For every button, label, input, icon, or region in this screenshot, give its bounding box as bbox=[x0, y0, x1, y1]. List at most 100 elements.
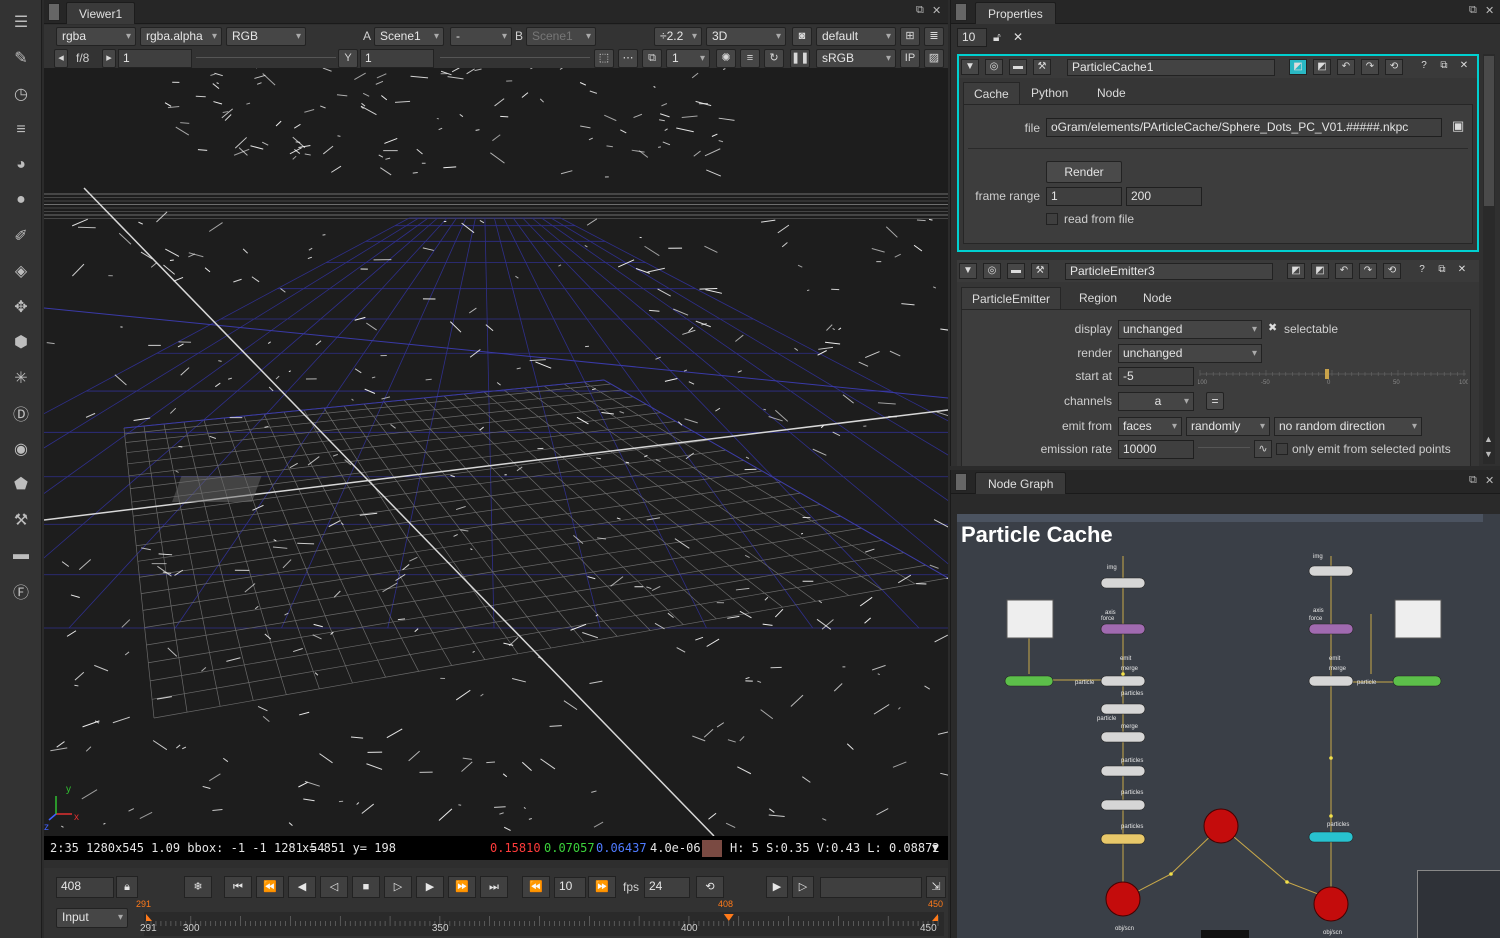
float-icon[interactable]: ⧉ bbox=[1433, 263, 1451, 279]
channels-dropdown[interactable]: a bbox=[1118, 392, 1194, 411]
file-path-field[interactable]: oGram/elements/PArticleCache/Sphere_Dots… bbox=[1046, 118, 1442, 137]
node-name-field[interactable]: ParticleEmitter3 bbox=[1065, 263, 1273, 280]
undo-icon[interactable]: ↶ bbox=[1337, 59, 1355, 75]
step-forward-increment-icon[interactable]: ⏩ bbox=[588, 876, 616, 898]
help-icon[interactable]: ? bbox=[1415, 59, 1433, 75]
timeline-search-field[interactable] bbox=[820, 877, 922, 898]
help-icon[interactable]: ? bbox=[1413, 263, 1431, 279]
centre-node-icon[interactable]: ▬ bbox=[1009, 59, 1027, 75]
proxy-dropdown[interactable]: 1 bbox=[666, 49, 710, 68]
gamma-label[interactable]: Y bbox=[338, 49, 358, 68]
tile-color-icon[interactable]: ◩ bbox=[1311, 263, 1329, 279]
close-all-panels-icon[interactable]: ✕ bbox=[1013, 30, 1023, 44]
play-forward-icon[interactable]: ▷ bbox=[384, 876, 412, 898]
max-panels-field[interactable]: 10 bbox=[957, 28, 987, 47]
prev-keyframe-icon[interactable]: ⏪ bbox=[256, 876, 284, 898]
tab-node[interactable]: Node bbox=[1087, 82, 1136, 104]
tab-node[interactable]: Node bbox=[1133, 287, 1182, 309]
wipe-icon[interactable]: ▨ bbox=[924, 49, 944, 68]
start-at-slider[interactable]: -100 -50 0 50 100 bbox=[1198, 366, 1468, 386]
other-tool-icon[interactable]: ▬ bbox=[9, 543, 33, 567]
gain-slider[interactable] bbox=[196, 57, 336, 58]
scrollbar-thumb[interactable] bbox=[1484, 56, 1494, 206]
tab-python[interactable]: Python bbox=[1021, 82, 1078, 104]
viewer-node-icon[interactable]: ◎ bbox=[983, 263, 1001, 279]
transform-tool-icon[interactable]: ✥ bbox=[9, 295, 33, 319]
navigator-minimap[interactable] bbox=[1417, 870, 1500, 938]
channels-equals-button[interactable]: = bbox=[1206, 392, 1224, 410]
file-browse-icon[interactable]: ▣ bbox=[1452, 118, 1464, 134]
channel-tool-icon[interactable]: ≡ bbox=[9, 118, 33, 142]
node-graph-canvas[interactable]: Particle Cache img axis force emit merge part… bbox=[957, 514, 1500, 938]
node-name-field[interactable]: ParticleCache1 bbox=[1067, 59, 1275, 76]
node-color-icon[interactable]: ◩ bbox=[1289, 59, 1307, 75]
safe-area-icon[interactable]: ⋯ bbox=[618, 49, 638, 68]
gamma-field[interactable]: 1 bbox=[360, 49, 434, 68]
direction-dropdown[interactable]: no random direction bbox=[1274, 417, 1422, 436]
tab-properties[interactable]: Properties bbox=[975, 2, 1056, 24]
close-icon[interactable]: ✕ bbox=[1455, 59, 1473, 75]
views-tool-icon[interactable]: ◉ bbox=[9, 437, 33, 461]
selectable-checkbox[interactable]: ✖ bbox=[1268, 321, 1277, 334]
snowflake-icon[interactable]: ❄ bbox=[184, 876, 212, 898]
display-channel-dropdown[interactable]: RGB bbox=[226, 27, 306, 46]
frame-increment-field[interactable]: 10 bbox=[554, 877, 586, 898]
only-selected-checkbox[interactable] bbox=[1276, 443, 1288, 455]
play-backward-icon[interactable]: ◁ bbox=[320, 876, 348, 898]
wrench-icon[interactable]: ⚒ bbox=[1031, 263, 1049, 279]
timeline-menu-icon[interactable]: ⇲ bbox=[926, 876, 946, 898]
loop-icon[interactable]: ⟲ bbox=[696, 876, 724, 898]
scroll-down-icon[interactable]: ▼ bbox=[1484, 449, 1493, 459]
last-frame-icon[interactable]: ⏭ bbox=[480, 876, 508, 898]
gain-field[interactable]: 1 bbox=[118, 49, 192, 68]
furnace-tool-icon[interactable]: Ⓕ bbox=[9, 579, 33, 603]
deep-tool-icon[interactable]: Ⓓ bbox=[9, 401, 33, 425]
input-a-dropdown[interactable]: Scene1 bbox=[374, 27, 444, 46]
wrench-icon[interactable]: ⚒ bbox=[1033, 59, 1051, 75]
float-window-icon[interactable]: ⧉ bbox=[1469, 474, 1477, 487]
float-icon[interactable]: ⧉ bbox=[1435, 59, 1453, 75]
redo-icon[interactable]: ↷ bbox=[1359, 263, 1377, 279]
view-mode-dropdown[interactable]: 3D bbox=[706, 27, 786, 46]
3d-tool-icon[interactable]: ⬢ bbox=[9, 330, 33, 354]
merge-tool-icon[interactable]: ◈ bbox=[9, 259, 33, 283]
panel-handle[interactable] bbox=[48, 3, 60, 21]
gain-dropdown[interactable]: ÷2.2 bbox=[654, 27, 702, 46]
pause-icon[interactable]: ❚❚ bbox=[790, 49, 810, 68]
ip-button[interactable]: IP bbox=[900, 49, 920, 68]
gamma-slider[interactable] bbox=[440, 57, 590, 58]
keyer-tool-icon[interactable]: ✐ bbox=[9, 224, 33, 248]
prev-frame-icon[interactable]: ◀ bbox=[288, 876, 316, 898]
input-b-dropdown[interactable]: Scene1 bbox=[526, 27, 596, 46]
draw-tool-icon[interactable]: ✎ bbox=[9, 46, 33, 70]
collapse-icon[interactable]: ▼ bbox=[961, 59, 979, 75]
next-keyframe-icon[interactable]: ⏩ bbox=[448, 876, 476, 898]
close-icon[interactable]: ✕ bbox=[932, 4, 941, 17]
start-at-field[interactable]: -5 bbox=[1118, 367, 1194, 386]
color-tool-icon[interactable]: ◕ bbox=[9, 153, 33, 177]
timeline-ruler[interactable] bbox=[144, 910, 944, 936]
emit-order-dropdown[interactable]: randomly bbox=[1186, 417, 1270, 436]
filter-tool-icon[interactable]: ● bbox=[9, 188, 33, 212]
render-dropdown[interactable]: unchanged bbox=[1118, 344, 1262, 363]
close-icon[interactable]: ✕ bbox=[1485, 4, 1494, 17]
tile-color-icon[interactable]: ◩ bbox=[1313, 59, 1331, 75]
channels-dropdown[interactable]: rgba bbox=[56, 27, 136, 46]
tab-cache[interactable]: Cache bbox=[963, 82, 1020, 104]
tab-region[interactable]: Region bbox=[1069, 287, 1127, 309]
fstop-increase-icon[interactable]: ▸ bbox=[102, 49, 116, 68]
frame-icon[interactable]: ⊞ bbox=[900, 27, 920, 46]
redo-icon[interactable]: ↷ bbox=[1361, 59, 1379, 75]
lock-icon[interactable]: 🔒︎ bbox=[116, 876, 138, 898]
panel-handle[interactable] bbox=[955, 3, 967, 21]
float-window-icon[interactable]: ⧉ bbox=[916, 4, 924, 17]
flipbook-icon[interactable]: ▶ bbox=[766, 876, 788, 898]
menu-icon[interactable]: ≣ bbox=[924, 27, 944, 46]
status-expand-icon[interactable]: ▼ bbox=[932, 836, 939, 860]
lock-panel-icon[interactable]: 🔓︎ bbox=[993, 30, 1001, 45]
particles-tool-icon[interactable]: ✳ bbox=[9, 366, 33, 390]
float-window-icon[interactable]: ⧉ bbox=[1469, 4, 1477, 17]
close-icon[interactable]: ✕ bbox=[1453, 263, 1471, 279]
overlay-icon[interactable]: ⧉ bbox=[642, 49, 662, 68]
render-icon[interactable]: ▷ bbox=[792, 876, 814, 898]
